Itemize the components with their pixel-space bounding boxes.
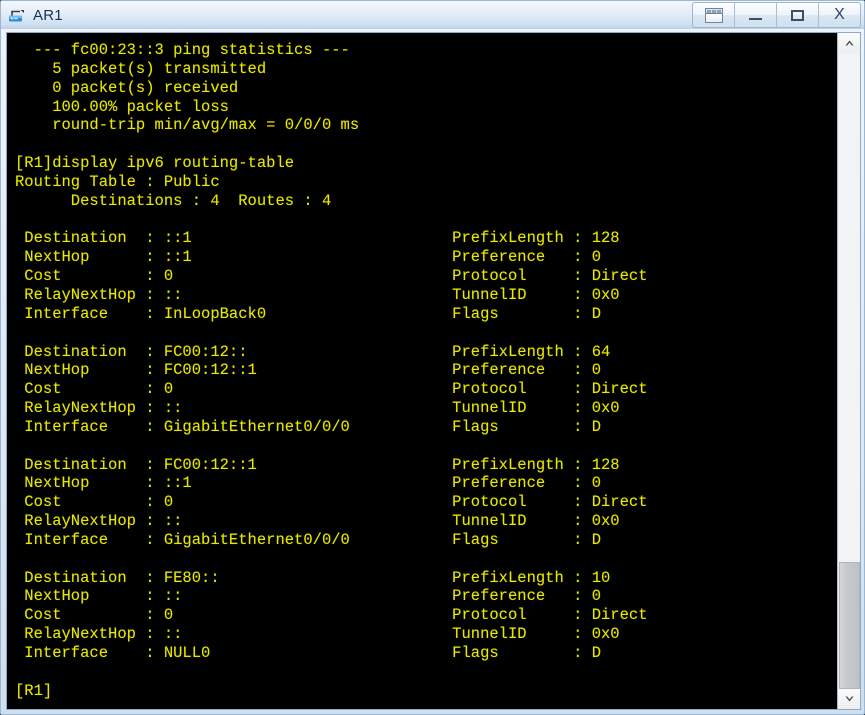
terminal-output: --- fc00:23::3 ping statistics --- 5 pac… [15, 41, 648, 700]
title-bar[interactable]: AR1 X [1, 1, 864, 29]
router-icon [7, 5, 27, 25]
minimize-icon [749, 17, 762, 20]
vertical-scrollbar[interactable] [837, 33, 860, 709]
minimize-button[interactable] [735, 3, 777, 27]
terminal-panel: --- fc00:23::3 ping statistics --- 5 pac… [6, 32, 861, 710]
terminal-window: AR1 X --- fc00:23::3 ping statistics ---… [0, 0, 865, 715]
chevron-down-icon [844, 695, 855, 703]
maximize-button[interactable] [777, 3, 819, 27]
window-title: AR1 [33, 6, 63, 24]
window-controls: X [692, 2, 861, 28]
close-button[interactable]: X [819, 3, 860, 27]
chevron-up-icon [844, 39, 855, 47]
close-icon: X [834, 6, 845, 23]
scroll-up-button[interactable] [838, 33, 860, 53]
window-capture-button[interactable] [693, 3, 735, 27]
scroll-track[interactable] [838, 53, 860, 689]
terminal-screen[interactable]: --- fc00:23::3 ping statistics --- 5 pac… [7, 33, 837, 709]
window-icon [704, 7, 723, 23]
scroll-down-button[interactable] [838, 689, 860, 709]
maximize-icon [791, 9, 804, 21]
scroll-thumb[interactable] [839, 561, 860, 689]
